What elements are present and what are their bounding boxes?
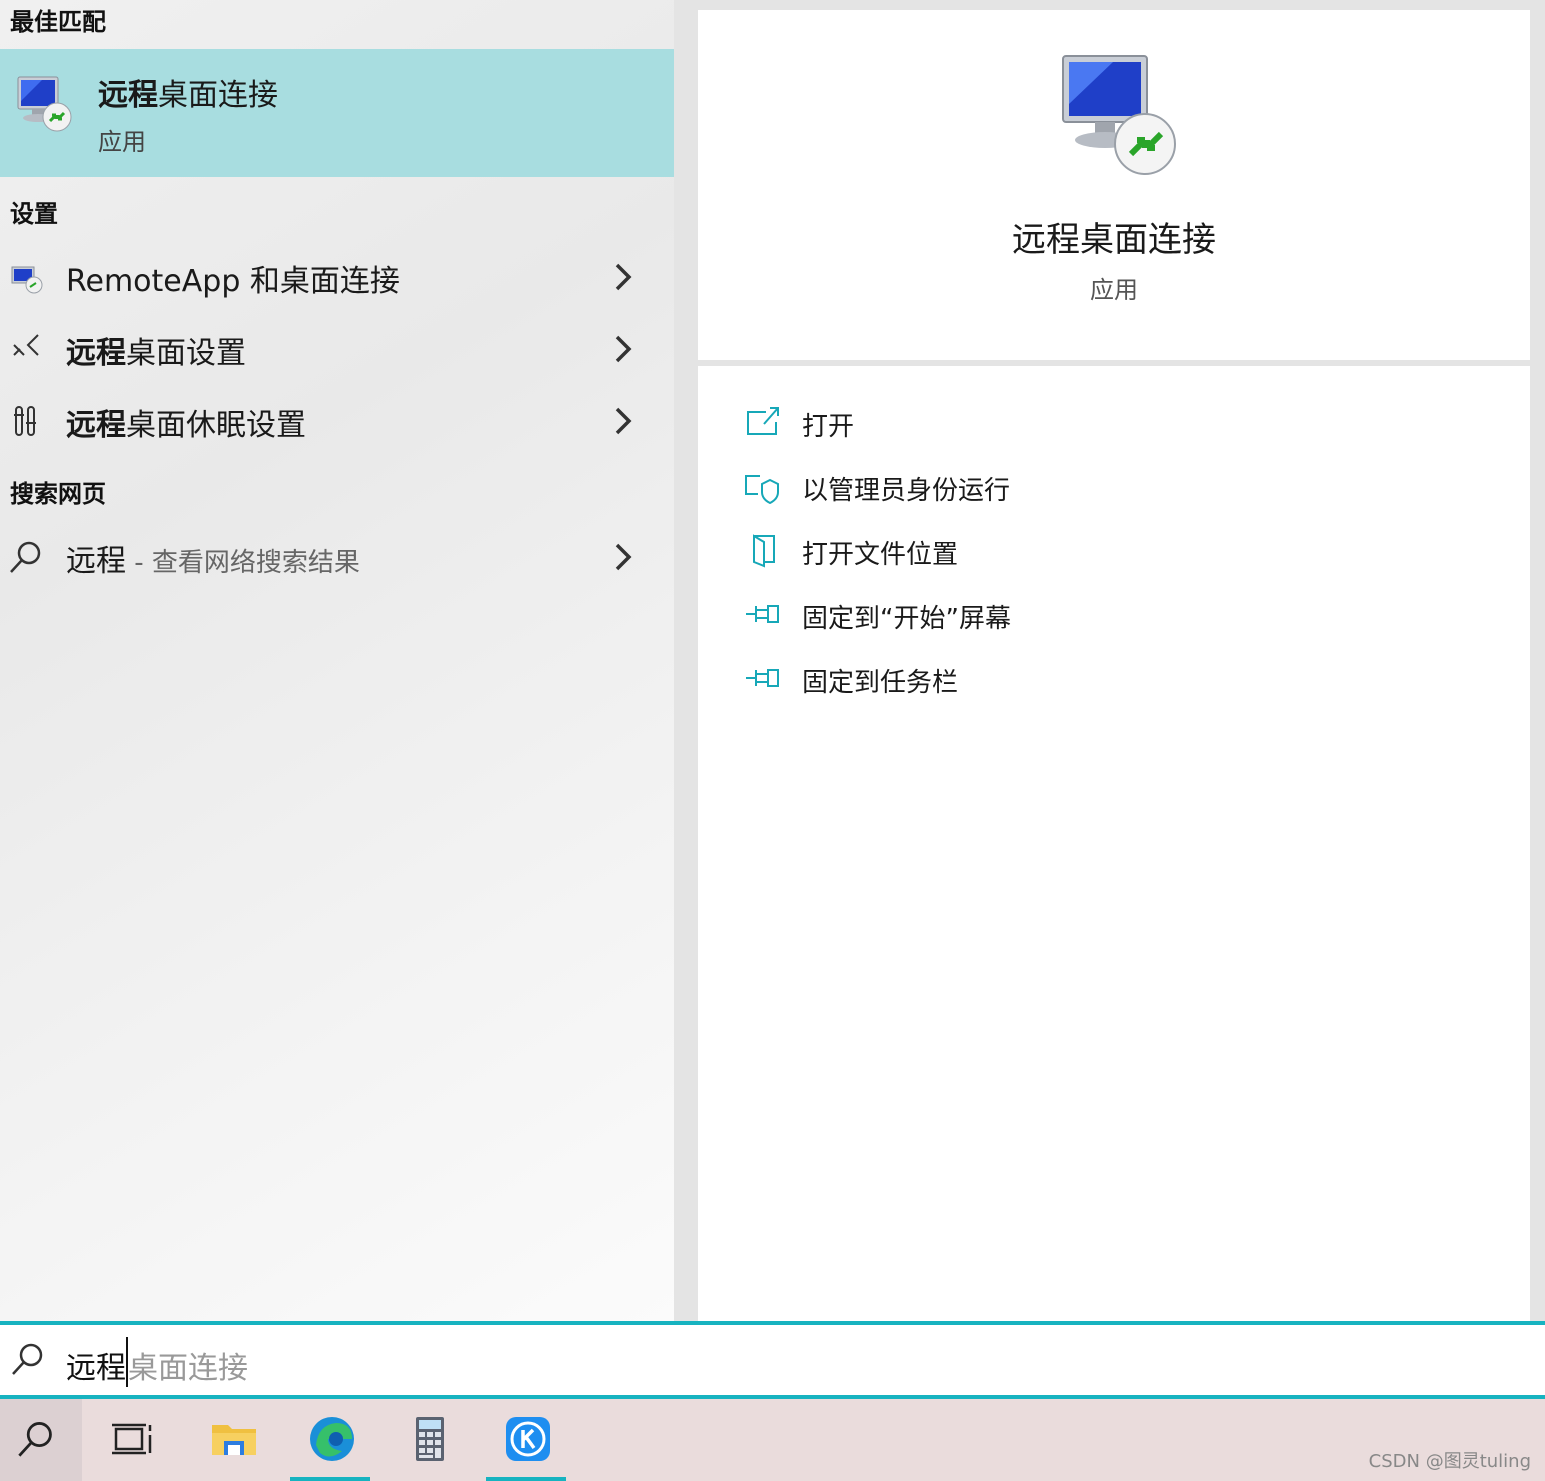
chevron-right-icon bbox=[615, 263, 632, 291]
search-input-typed-text[interactable]: 远程 bbox=[66, 1343, 126, 1387]
action-label: 固定到“开始”屏幕 bbox=[802, 604, 1011, 634]
detail-subtitle: 应用 bbox=[1090, 276, 1138, 304]
taskbar-active-indicator bbox=[486, 1477, 566, 1481]
action-label: 打开文件位置 bbox=[802, 540, 959, 570]
edge-icon bbox=[310, 1417, 354, 1461]
action-open[interactable]: 打开 bbox=[740, 398, 1500, 448]
taskbar-edge[interactable] bbox=[290, 1399, 370, 1481]
action-label: 以管理员身份运行 bbox=[802, 476, 1011, 506]
pin-start-icon bbox=[746, 605, 779, 623]
search-icon bbox=[18, 1422, 52, 1457]
chevron-right-icon bbox=[615, 543, 632, 571]
settings-item-sleep-settings[interactable]: 远程桌面休眠设置 bbox=[0, 388, 674, 454]
settings-header: 设置 bbox=[10, 200, 58, 228]
best-match-subtitle: 应用 bbox=[98, 128, 146, 156]
k-app-icon bbox=[506, 1417, 550, 1461]
settings-item-label: 远程桌面设置 bbox=[66, 336, 246, 371]
settings-item-remoteapp[interactable]: RemoteApp 和桌面连接 bbox=[0, 244, 674, 310]
action-label: 固定到任务栏 bbox=[802, 668, 959, 698]
file-explorer-icon bbox=[212, 1425, 256, 1455]
remote-desktop-icon bbox=[1062, 55, 1176, 175]
pin-taskbar-icon bbox=[746, 669, 779, 687]
settings-item-remote-desktop-settings[interactable]: 远程桌面设置 bbox=[0, 316, 674, 382]
search-icon bbox=[10, 541, 41, 573]
search-icon bbox=[12, 1343, 43, 1375]
settings-item-label: 远程桌面休眠设置 bbox=[66, 408, 306, 443]
taskbar-file-explorer[interactable] bbox=[192, 1399, 272, 1481]
remote-desktop-icon bbox=[17, 76, 72, 132]
remoteapp-icon bbox=[11, 266, 43, 294]
taskbar-calculator[interactable] bbox=[388, 1399, 468, 1481]
open-icon bbox=[747, 407, 779, 435]
chevron-right-icon bbox=[615, 335, 632, 363]
action-open-file-location[interactable]: 打开文件位置 bbox=[740, 526, 1500, 576]
taskbar-search-button[interactable] bbox=[0, 1399, 82, 1481]
calculator-icon bbox=[416, 1417, 444, 1461]
settings-item-label: RemoteApp 和桌面连接 bbox=[66, 264, 400, 299]
action-pin-to-start[interactable]: 固定到“开始”屏幕 bbox=[740, 590, 1500, 640]
sleep-settings-icon bbox=[14, 406, 36, 436]
detail-title: 远程桌面连接 bbox=[1012, 220, 1216, 260]
web-search-label: 远程 - 查看网络搜索结果 bbox=[66, 544, 360, 579]
best-match-item[interactable]: 远程桌面连接 应用 bbox=[0, 49, 674, 177]
action-run-as-admin[interactable]: 以管理员身份运行 bbox=[740, 462, 1500, 512]
action-pin-to-taskbar[interactable]: 固定到任务栏 bbox=[740, 654, 1500, 704]
taskbar-active-indicator bbox=[290, 1477, 370, 1481]
taskbar-k-app[interactable] bbox=[486, 1399, 566, 1481]
action-label: 打开 bbox=[802, 412, 855, 442]
best-match-title: 远程桌面连接 bbox=[98, 78, 278, 113]
search-box[interactable]: 远程 桌面连接 bbox=[0, 1321, 1545, 1399]
search-results-pane: 最佳匹配 远程桌面连接 应用 设置 RemoteApp 和桌面连接 远程桌面设置… bbox=[0, 0, 674, 1321]
watermark-text: CSDN @图灵tuling bbox=[1368, 1451, 1531, 1472]
chevron-right-icon bbox=[615, 407, 632, 435]
remote-settings-icon bbox=[13, 334, 39, 356]
task-view-icon bbox=[112, 1423, 152, 1455]
taskbar: CSDN @图灵tuling bbox=[0, 1399, 1545, 1481]
web-search-item[interactable]: 远程 - 查看网络搜索结果 bbox=[0, 524, 674, 590]
taskbar-task-view[interactable] bbox=[90, 1399, 170, 1481]
best-match-header: 最佳匹配 bbox=[10, 8, 106, 36]
admin-shield-icon bbox=[745, 475, 779, 504]
web-search-header: 搜索网页 bbox=[10, 480, 106, 508]
search-autocomplete-suggestion: 桌面连接 bbox=[128, 1351, 248, 1386]
file-location-icon bbox=[753, 534, 775, 568]
